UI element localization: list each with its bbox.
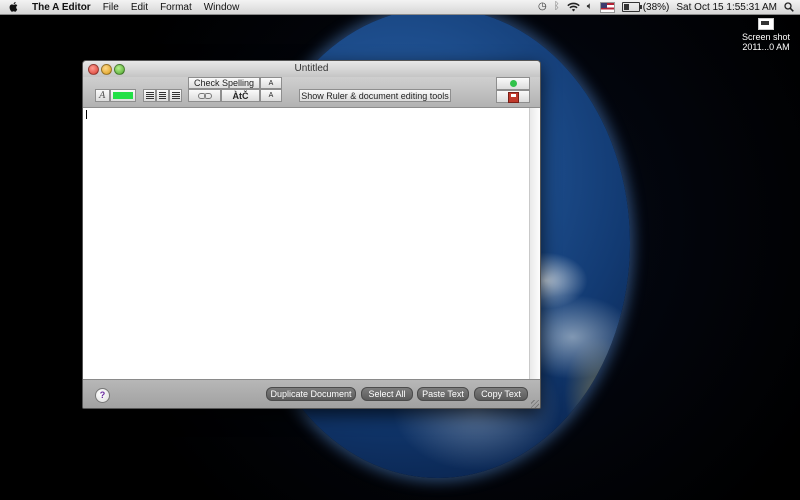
save-icon bbox=[507, 92, 519, 103]
bottom-bar: ? Duplicate Document Select All Paste Te… bbox=[83, 379, 540, 408]
text-color-swatch bbox=[113, 92, 133, 99]
screenshot-label-line1: Screen shot bbox=[741, 32, 791, 42]
time-machine-icon[interactable]: ◷ bbox=[538, 0, 547, 14]
menu-bar: The A Editor File Edit Format Window ◷ ᛒ… bbox=[0, 0, 800, 15]
add-icon bbox=[509, 80, 517, 87]
link-icon bbox=[197, 93, 212, 99]
menu-format[interactable]: Format bbox=[154, 2, 198, 13]
wifi-icon[interactable] bbox=[566, 2, 580, 12]
duplicate-document-button[interactable]: Duplicate Document bbox=[266, 387, 356, 401]
align-left-icon bbox=[145, 92, 154, 100]
app-menu[interactable]: The A Editor bbox=[26, 2, 97, 13]
new-document-button[interactable] bbox=[496, 77, 530, 90]
align-center-button[interactable] bbox=[156, 89, 169, 102]
battery-status[interactable]: (38%) bbox=[621, 1, 670, 13]
check-spelling-button[interactable]: Check Spelling bbox=[188, 77, 260, 89]
screenshot-file-label: Screen shot 2011...0 AM bbox=[738, 32, 794, 52]
bluetooth-icon[interactable]: ᛒ bbox=[554, 0, 560, 14]
align-right-button[interactable] bbox=[169, 89, 182, 102]
spotlight-search-icon[interactable] bbox=[784, 2, 794, 12]
copy-text-button[interactable]: Copy Text bbox=[474, 387, 528, 401]
link-button[interactable] bbox=[188, 89, 221, 102]
text-color-well[interactable] bbox=[110, 89, 136, 102]
desktop-file-screenshot[interactable]: Screen shot 2011...0 AM bbox=[738, 18, 794, 52]
align-center-icon bbox=[159, 92, 166, 100]
menu-file[interactable]: File bbox=[97, 2, 125, 13]
align-left-button[interactable] bbox=[143, 89, 156, 102]
editor-window: Untitled A Check Spelling A ÀtČ A Show R… bbox=[82, 60, 541, 409]
window-title: Untitled bbox=[294, 63, 329, 74]
window-resize-grip[interactable] bbox=[531, 400, 539, 408]
select-all-button[interactable]: Select All bbox=[361, 387, 413, 401]
menu-window[interactable]: Window bbox=[198, 2, 246, 13]
volume-icon[interactable]: 🔈︎ bbox=[587, 0, 593, 14]
battery-percent: (38%) bbox=[642, 1, 670, 13]
input-source-flag-icon[interactable] bbox=[599, 1, 615, 13]
screenshot-label-line2: 2011...0 AM bbox=[742, 42, 790, 52]
text-caret bbox=[86, 110, 87, 119]
help-button[interactable]: ? bbox=[95, 388, 110, 403]
align-right-icon bbox=[171, 92, 180, 100]
menu-edit[interactable]: Edit bbox=[125, 2, 154, 13]
menu-clock[interactable]: Sat Oct 15 1:55:31 AM bbox=[676, 2, 777, 13]
paste-text-button[interactable]: Paste Text bbox=[417, 387, 469, 401]
font-panel-button[interactable]: A bbox=[95, 89, 110, 102]
vertical-scrollbar[interactable] bbox=[529, 108, 540, 379]
apple-icon[interactable] bbox=[8, 1, 20, 13]
text-editor-area[interactable] bbox=[83, 108, 529, 379]
toolbar: A Check Spelling A ÀtČ A Show Ruler & do… bbox=[83, 77, 540, 108]
screenshot-file-icon bbox=[758, 18, 774, 30]
special-characters-button[interactable]: ÀtČ bbox=[221, 89, 260, 102]
show-ruler-button[interactable]: Show Ruler & document editing tools bbox=[299, 89, 451, 102]
battery-icon bbox=[621, 2, 642, 12]
spelling-size-button[interactable]: A bbox=[260, 77, 282, 89]
text-size-button[interactable]: A bbox=[260, 89, 282, 102]
save-button[interactable] bbox=[496, 90, 530, 103]
window-titlebar[interactable]: Untitled bbox=[83, 61, 540, 78]
